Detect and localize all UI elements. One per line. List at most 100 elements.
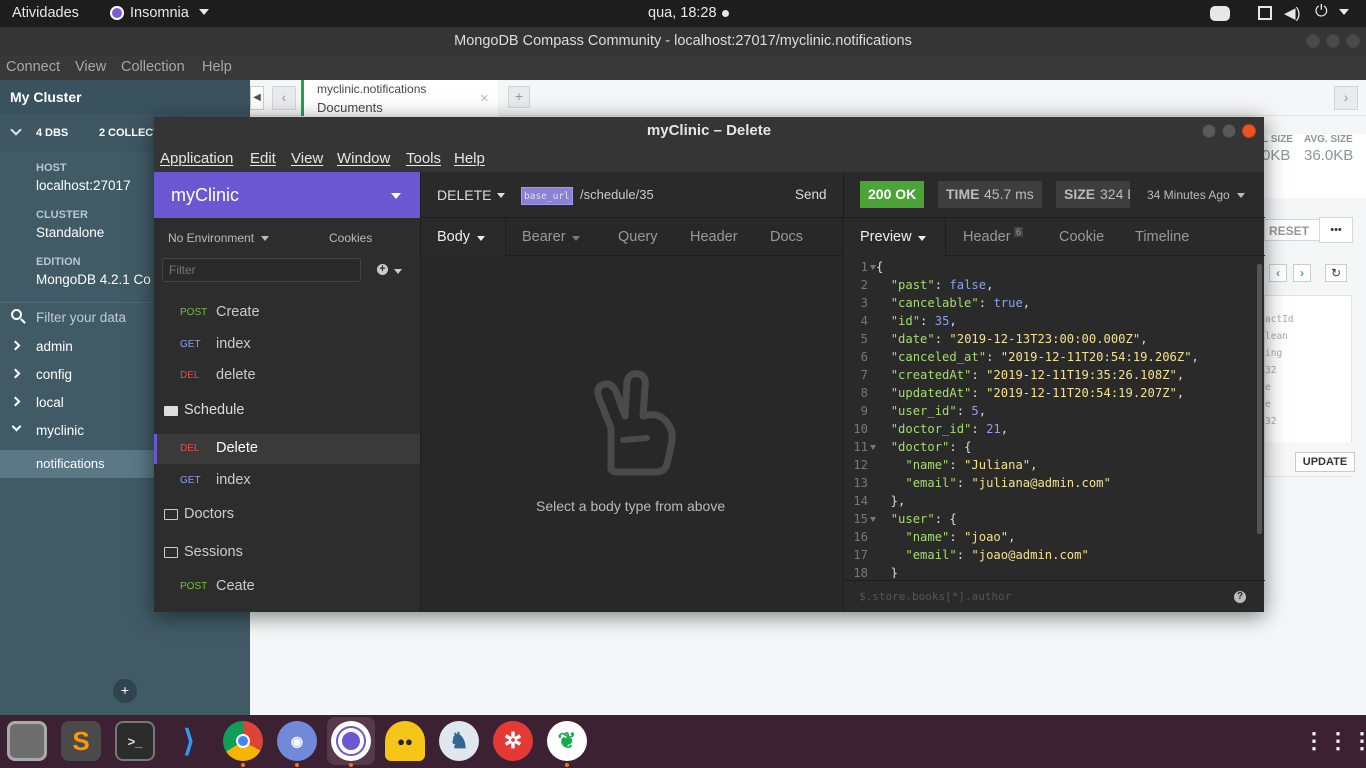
menu-connect[interactable]: Connect (6, 59, 60, 75)
request-item-index[interactable]: GET index (154, 330, 420, 360)
menu-help[interactable]: Help (202, 59, 232, 75)
close-tab-icon[interactable]: × (480, 90, 489, 107)
cookies-button[interactable]: Cookies (329, 231, 372, 245)
tab-header[interactable]: Header (690, 229, 738, 245)
insomnia-sidebar: myClinic No Environment Cookies + POST C… (154, 172, 420, 612)
chevron-down-icon (199, 9, 209, 15)
tab-preview[interactable]: Preview (844, 218, 945, 256)
minimize-icon[interactable] (1306, 34, 1320, 48)
refresh-icon[interactable]: ↻ (1325, 264, 1347, 282)
request-item-schedule-index[interactable]: GET index (154, 466, 420, 496)
tab-docs[interactable]: Docs (770, 229, 803, 245)
activities-button[interactable]: Atividades (12, 5, 79, 21)
request-item-create[interactable]: POST Create (154, 298, 420, 328)
tab-header[interactable]: Header (963, 229, 1011, 245)
chevron-right-icon (10, 340, 21, 351)
files-icon[interactable] (7, 721, 47, 761)
request-filter-input[interactable] (162, 258, 361, 282)
minimize-icon[interactable] (1202, 124, 1216, 138)
response-filter-input[interactable]: $.store.books[*].author (859, 590, 1011, 603)
menu-tools[interactable]: Tools (406, 150, 441, 167)
environment-selector[interactable]: No Environment (168, 231, 254, 245)
discord-icon[interactable]: ◉ (277, 721, 317, 761)
host-label: HOST (36, 162, 67, 174)
maximize-icon[interactable] (1326, 34, 1340, 48)
discord-tray-icon[interactable] (1210, 6, 1230, 21)
folder-schedule[interactable]: Schedule (154, 396, 420, 426)
menu-edit[interactable]: Edit (250, 150, 276, 167)
tab-label: Body (437, 229, 471, 245)
send-button[interactable]: Send (795, 187, 827, 202)
more-options-button[interactable]: ••• (1319, 217, 1353, 243)
doc-fragment: e (1265, 382, 1271, 393)
help-icon[interactable]: ? (1234, 591, 1246, 603)
request-pane: DELETE base_url /schedule/35 Send Body B… (420, 172, 844, 612)
sublime-icon[interactable]: S (61, 721, 101, 761)
env-variable-tag[interactable]: base_url (521, 187, 573, 205)
header-count-badge: 6 (1014, 227, 1024, 237)
compass-alt-icon[interactable]: ✲ (493, 721, 533, 761)
add-database-button[interactable]: + (113, 679, 137, 703)
menu-help[interactable]: Help (454, 150, 485, 167)
menu-view[interactable]: View (291, 150, 323, 167)
workspace-dropdown[interactable]: myClinic (154, 172, 420, 218)
tab-documents[interactable]: myclinic.notifications Documents × (301, 80, 498, 116)
new-tab-button[interactable]: + (508, 86, 530, 108)
cluster-header[interactable]: My Cluster (0, 80, 250, 114)
vscode-icon[interactable]: ⟩ (169, 721, 209, 761)
tab-body[interactable]: Body (421, 218, 506, 256)
terminal-icon[interactable]: >_ (115, 721, 155, 761)
chrome-icon[interactable] (223, 721, 263, 761)
tab-cookie[interactable]: Cookie (1059, 229, 1104, 245)
robo3t-icon[interactable]: ●● (385, 721, 425, 761)
menu-application[interactable]: Application (160, 150, 233, 167)
tab-bearer[interactable]: Bearer (522, 229, 566, 245)
menu-collection[interactable]: Collection (121, 59, 185, 75)
request-item-schedule-delete[interactable]: DEL Delete (154, 434, 420, 464)
size-label: SIZE (1064, 186, 1096, 202)
folder-sessions[interactable]: Sessions (154, 538, 420, 568)
chevron-left-icon[interactable]: ◀ (250, 86, 264, 110)
document-card: actId lean ing 32 e e 32 UPDATE (1264, 295, 1355, 477)
clock[interactable]: qua, 18:28 (648, 5, 717, 21)
tab-query[interactable]: Query (618, 229, 658, 245)
history-dropdown[interactable]: 34 Minutes Ago (1147, 188, 1230, 202)
add-request-icon[interactable]: + (377, 264, 388, 275)
request-name: Delete (216, 440, 258, 456)
prev-page-icon[interactable]: ‹ (1269, 264, 1287, 282)
request-name: Create (216, 304, 260, 320)
scroll-tabs-right-icon[interactable]: › (1334, 86, 1358, 110)
reset-button[interactable]: RESET (1264, 219, 1320, 241)
menu-window[interactable]: Window (337, 150, 390, 167)
update-button[interactable]: UPDATE (1295, 452, 1355, 472)
next-page-icon[interactable]: › (1293, 264, 1311, 282)
maximize-icon[interactable] (1222, 124, 1236, 138)
scrollbar[interactable] (1257, 264, 1262, 534)
close-icon[interactable] (1242, 124, 1256, 138)
filter-placeholder: Filter your data (36, 310, 127, 325)
pgadmin-icon[interactable]: ♞ (439, 721, 479, 761)
network-icon[interactable] (1258, 6, 1272, 20)
mongodb-icon[interactable]: ❦ (547, 721, 587, 761)
volume-icon[interactable]: ◀) (1284, 4, 1301, 22)
notification-dot-icon (722, 10, 729, 17)
chevron-down-icon[interactable] (10, 124, 22, 136)
folder-doctors[interactable]: Doctors (154, 500, 420, 530)
method-dropdown[interactable]: DELETE (437, 187, 491, 203)
apps-grid-icon[interactable]: ⋮⋮⋮ (1303, 721, 1366, 761)
response-code-viewer[interactable]: 1{ 2 "past": false, 3 "cancelable": true… (844, 260, 1265, 578)
power-icon[interactable]: ⏻ (1315, 3, 1328, 21)
app-menu[interactable]: Insomnia (130, 5, 189, 21)
method-badge: GET (180, 475, 201, 486)
insomnia-icon[interactable] (331, 721, 371, 761)
running-indicator (241, 763, 245, 767)
request-item-ceate[interactable]: POST Ceate (154, 572, 420, 602)
menu-view[interactable]: View (75, 59, 106, 75)
running-indicator (565, 763, 569, 767)
url-path[interactable]: /schedule/35 (580, 187, 654, 202)
scroll-tabs-left-icon[interactable]: ‹ (272, 86, 296, 110)
tab-timeline[interactable]: Timeline (1135, 229, 1189, 245)
close-icon[interactable] (1346, 34, 1360, 48)
request-item-delete[interactable]: DEL delete (154, 361, 420, 391)
compass-title-bar: MongoDB Compass Community - localhost:27… (0, 27, 1366, 55)
